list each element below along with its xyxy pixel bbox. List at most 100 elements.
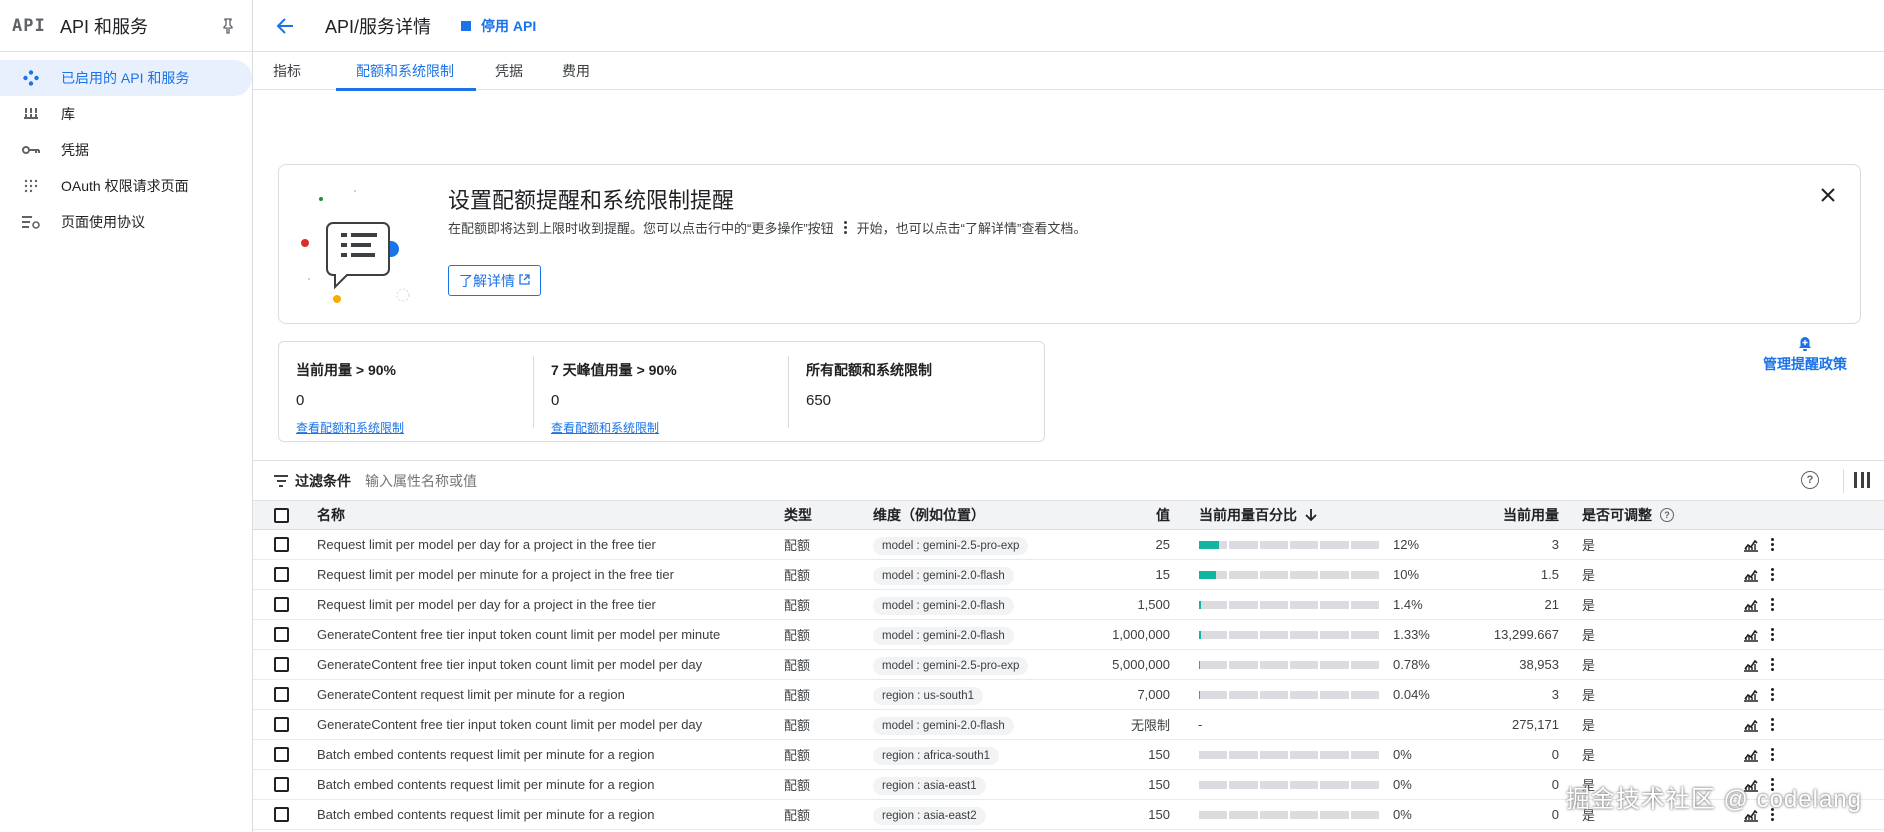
table-row[interactable]: GenerateContent request limit per minute…	[253, 680, 1884, 710]
row-checkbox[interactable]	[274, 777, 289, 792]
monitoring-chart-icon[interactable]	[1743, 748, 1759, 762]
quota-value: 5,000,000	[1112, 657, 1170, 672]
monitoring-chart-icon[interactable]	[1743, 718, 1759, 732]
sidebar-title: API 和服务	[60, 16, 149, 37]
api-logo: API	[12, 15, 46, 36]
tab-credentials[interactable]: 凭据	[495, 52, 542, 90]
help-icon[interactable]: ?	[1801, 471, 1819, 489]
monitoring-chart-icon[interactable]	[1743, 688, 1759, 702]
usage-bar-segment	[1199, 601, 1228, 609]
sidebar-item-label: 凭据	[61, 142, 89, 158]
table-row[interactable]: GenerateContent free tier input token co…	[253, 650, 1884, 680]
usage-bar-segment	[1289, 781, 1319, 789]
stop-icon	[461, 20, 472, 31]
usage-pct: 12%	[1393, 537, 1420, 552]
col-usage-pct[interactable]: 当前用量百分比	[1199, 505, 1317, 525]
row-checkbox[interactable]	[274, 747, 289, 762]
tab-metrics[interactable]: 指标	[273, 52, 320, 90]
quota-name: Batch embed contents request limit per m…	[317, 747, 655, 762]
monitoring-chart-icon[interactable]	[1743, 628, 1759, 642]
view-quotas-link[interactable]: 查看配额和系统限制	[551, 419, 789, 436]
current-usage: 13,299.667	[1493, 627, 1559, 642]
table-row[interactable]: Request limit per model per day for a pr…	[253, 590, 1884, 620]
more-vert-icon[interactable]	[1771, 717, 1774, 732]
row-checkbox[interactable]	[274, 687, 289, 702]
usage-bar-segment	[1350, 781, 1379, 789]
quota-name: GenerateContent free tier input token co…	[317, 717, 703, 732]
row-checkbox[interactable]	[274, 627, 289, 642]
usage-pct: 0%	[1393, 747, 1412, 762]
summary-current-usage: 当前用量 > 90% 0 查看配额和系统限制	[279, 342, 534, 441]
more-vert-icon[interactable]	[1771, 687, 1774, 702]
list-settings-icon	[20, 213, 42, 231]
filter-icon[interactable]	[273, 473, 289, 488]
table-row[interactable]: Batch embed contents request limit per m…	[253, 740, 1884, 770]
col-current-usage: 当前用量	[1503, 507, 1559, 523]
table-header: 名称 类型 维度（例如位置） 值 当前用量百分比 当前用量 是否可调整 ?	[253, 500, 1884, 530]
add-alert-bell-icon	[1755, 336, 1855, 352]
monitoring-chart-icon[interactable]	[1743, 598, 1759, 612]
usage-pct: 1.33%	[1393, 627, 1430, 642]
sidebar-item-label: 库	[61, 106, 75, 122]
tab-quotas[interactable]: 配额和系统限制	[336, 52, 476, 91]
sidebar: API API 和服务 已启用的 API 和服务 库 凭据 OAuth 权限请求…	[0, 0, 253, 832]
table-row[interactable]: GenerateContent free tier input token co…	[253, 710, 1884, 740]
table-row[interactable]: GenerateContent free tier input token co…	[253, 620, 1884, 650]
row-checkbox[interactable]	[274, 537, 289, 552]
quota-type: 配额	[784, 718, 811, 733]
sidebar-item-credentials[interactable]: 凭据	[0, 132, 252, 168]
usage-bar-segment	[1199, 781, 1228, 789]
help-icon[interactable]: ?	[1660, 508, 1674, 522]
usage-bar-segment	[1320, 601, 1349, 609]
select-all-checkbox[interactable]	[274, 507, 289, 523]
summary-value: 0	[551, 392, 560, 409]
back-arrow-icon[interactable]	[271, 12, 299, 40]
row-checkbox[interactable]	[274, 567, 289, 582]
row-checkbox[interactable]	[274, 807, 289, 822]
summary-value: 650	[806, 392, 832, 409]
sidebar-item-library[interactable]: 库	[0, 96, 252, 132]
row-checkbox[interactable]	[274, 597, 289, 612]
row-checkbox[interactable]	[274, 657, 289, 672]
sidebar-item-enabled-apis[interactable]: 已启用的 API 和服务	[0, 60, 252, 96]
usage-bar-segment	[1229, 751, 1258, 759]
more-vert-icon[interactable]	[1771, 627, 1774, 642]
monitoring-chart-icon[interactable]	[1743, 538, 1759, 552]
filter-input[interactable]	[365, 472, 965, 489]
banner-text: 在配额即将达到上限时收到提醒。您可以点击行中的“更多操作”按钮 开始，也可以点击…	[448, 218, 1086, 237]
column-display-icon[interactable]	[1854, 472, 1870, 488]
page-title: API/服务详情	[325, 16, 432, 37]
sidebar-nav: 已启用的 API 和服务 库 凭据 OAuth 权限请求页面 页面使用协议	[0, 52, 252, 240]
usage-bar	[1199, 541, 1379, 549]
usage-pct: 0.04%	[1393, 687, 1430, 702]
table-row[interactable]: Request limit per model per minute for a…	[253, 560, 1884, 590]
disable-api-button[interactable]: 停用 API	[461, 16, 536, 36]
view-quotas-link[interactable]: 查看配额和系统限制	[296, 419, 534, 436]
quota-value: 150	[1148, 777, 1170, 792]
usage-bar-segment	[1289, 811, 1319, 819]
learn-more-button[interactable]: 了解详情	[448, 265, 541, 296]
quota-type: 配额	[784, 808, 811, 823]
table-row[interactable]: Request limit per model per day for a pr…	[253, 530, 1884, 560]
usage-bar-segment	[1320, 661, 1349, 669]
sidebar-item-page-usage[interactable]: 页面使用协议	[0, 204, 252, 240]
more-vert-icon[interactable]	[1771, 537, 1774, 552]
quota-type: 配额	[784, 688, 811, 703]
tab-costs[interactable]: 费用	[562, 52, 609, 90]
more-vert-icon[interactable]	[1771, 567, 1774, 582]
more-vert-icon[interactable]	[1771, 747, 1774, 762]
row-checkbox[interactable]	[274, 717, 289, 732]
dimension-chip: model : gemini-2.0-flash	[873, 717, 1014, 735]
quota-value: 150	[1148, 807, 1170, 822]
close-icon[interactable]	[1816, 183, 1840, 207]
sidebar-item-oauth-consent[interactable]: OAuth 权限请求页面	[0, 168, 252, 204]
more-vert-icon[interactable]	[1771, 597, 1774, 612]
usage-bar-segment	[1289, 631, 1319, 639]
tab-label: 配额和系统限制	[356, 63, 454, 79]
pin-icon[interactable]	[216, 14, 240, 38]
monitoring-chart-icon[interactable]	[1743, 658, 1759, 672]
usage-bar-segment	[1199, 691, 1228, 699]
manage-alert-policies-button[interactable]: 管理提醒政策	[1755, 336, 1855, 374]
monitoring-chart-icon[interactable]	[1743, 568, 1759, 582]
more-vert-icon[interactable]	[1771, 657, 1774, 672]
